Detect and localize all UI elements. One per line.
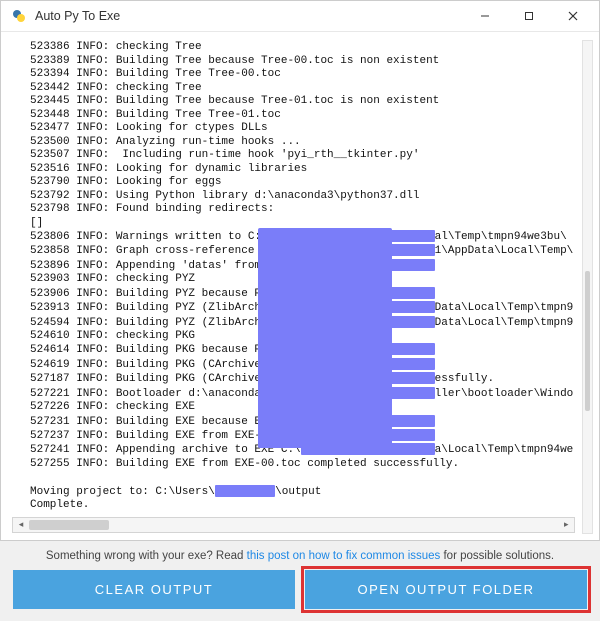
help-prefix: Something wrong with your exe? Read (46, 550, 247, 562)
vscroll-thumb[interactable] (585, 271, 590, 411)
scroll-left-icon[interactable]: ◂ (13, 519, 29, 530)
titlebar: Auto Py To Exe (1, 1, 599, 32)
button-row: CLEAR OUTPUT OPEN OUTPUT FOLDER (13, 570, 587, 609)
clear-output-button[interactable]: CLEAR OUTPUT (13, 570, 295, 609)
output-panel: 523386 INFO: checking Tree 523389 INFO: … (9, 40, 578, 534)
scroll-right-icon[interactable]: ▸ (558, 519, 574, 530)
maximize-button[interactable] (507, 1, 551, 31)
help-text: Something wrong with your exe? Read this… (13, 550, 587, 562)
window-title: Auto Py To Exe (35, 9, 463, 23)
footer: Something wrong with your exe? Read this… (1, 544, 599, 621)
log-output[interactable]: 523386 INFO: checking Tree 523389 INFO: … (10, 41, 577, 513)
open-output-folder-button[interactable]: OPEN OUTPUT FOLDER (305, 570, 587, 609)
redaction-block (258, 228, 392, 448)
app-window: Auto Py To Exe 523386 INFO: checking Tre… (0, 0, 600, 541)
help-suffix: for possible solutions. (440, 550, 554, 562)
vertical-scrollbar[interactable] (582, 40, 593, 534)
help-link[interactable]: this post on how to fix common issues (247, 550, 441, 562)
close-button[interactable] (551, 1, 595, 31)
horizontal-scrollbar[interactable]: ◂ ▸ (12, 517, 575, 533)
scroll-thumb[interactable] (29, 520, 109, 530)
scroll-track[interactable] (29, 518, 558, 532)
content-area: 523386 INFO: checking Tree 523389 INFO: … (1, 32, 599, 544)
window-controls (463, 1, 595, 31)
python-icon (11, 8, 27, 24)
minimize-button[interactable] (463, 1, 507, 31)
